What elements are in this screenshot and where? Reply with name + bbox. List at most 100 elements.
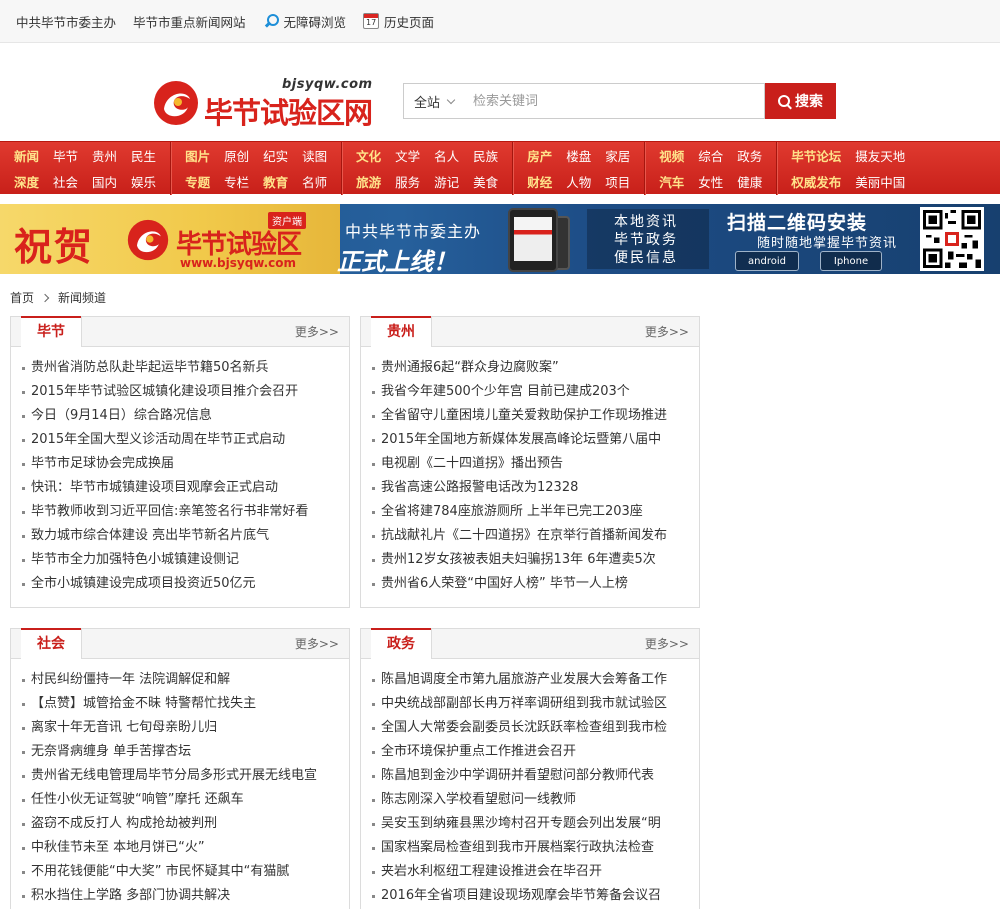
nav-item[interactable]: 专栏 xyxy=(224,172,249,191)
nav-item[interactable]: 国内 xyxy=(92,172,117,191)
news-list-item[interactable]: 【点赞】城管拾金不昧 特警帮忙找失主 xyxy=(21,692,346,716)
iphone-badge[interactable]: Iphone xyxy=(820,251,882,271)
more-link[interactable]: 更多>> xyxy=(295,629,339,659)
nav-item[interactable]: 健康 xyxy=(737,172,762,191)
news-list-item[interactable]: 任性小伙无证驾驶“响管”摩托 还飙车 xyxy=(21,788,346,812)
breadcrumb-home[interactable]: 首页 xyxy=(10,289,34,306)
nav-item[interactable]: 旅游 xyxy=(356,172,381,191)
nav-item[interactable]: 原创 xyxy=(224,146,249,165)
top-link-host[interactable]: 中共毕节市委主办 xyxy=(16,12,116,31)
news-list-item[interactable]: 贵州通报6起“群众身边腐败案” xyxy=(371,356,696,380)
nav-item[interactable]: 汽车 xyxy=(659,172,684,191)
news-list-item[interactable]: 村民纠纷僵持一年 法院调解促和解 xyxy=(21,668,346,692)
news-list-item[interactable]: 中秋佳节未至 本地月饼已“火” xyxy=(21,836,346,860)
panel-title[interactable]: 贵州 xyxy=(371,316,432,347)
panel-title[interactable]: 毕节 xyxy=(21,316,82,347)
news-list-item[interactable]: 离家十年无音讯 七旬母亲盼儿归 xyxy=(21,716,346,740)
news-list-item[interactable]: 陈志刚深入学校看望慰问一线教师 xyxy=(371,788,696,812)
news-list-item[interactable]: 今日（9月14日）综合路况信息 xyxy=(21,404,346,428)
nav-item[interactable]: 新闻 xyxy=(14,146,39,165)
news-list-item[interactable]: 全市小城镇建设完成项目投资近50亿元 xyxy=(21,572,346,596)
nav-item[interactable]: 名师 xyxy=(302,172,327,191)
news-list-item[interactable]: 我省高速公路报警电话改为12328 xyxy=(371,476,696,500)
nav-item[interactable]: 家居 xyxy=(605,146,630,165)
nav-item[interactable]: 项目 xyxy=(605,172,630,191)
nav-item[interactable]: 读图 xyxy=(302,146,327,165)
nav-item[interactable]: 视频 xyxy=(659,146,684,165)
top-link-key-site[interactable]: 毕节市重点新闻网站 xyxy=(133,12,246,31)
news-list-item[interactable]: 不用花钱便能“中大奖” 市民怀疑其中“有猫腻 xyxy=(21,860,346,884)
nav-item[interactable]: 专题 xyxy=(185,172,210,191)
news-list-item[interactable]: 全市环境保护重点工作推进会召开 xyxy=(371,740,696,764)
search-input[interactable] xyxy=(463,83,765,119)
news-list-item[interactable]: 全省留守儿童困境儿童关爱救助保护工作现场推进 xyxy=(371,404,696,428)
news-list-item[interactable]: 陈昌旭到金沙中学调研并看望慰问部分教师代表 xyxy=(371,764,696,788)
news-list-item[interactable]: 全国人大常委会副委员长沈跃跃率检查组到我市检 xyxy=(371,716,696,740)
android-badge[interactable]: android xyxy=(735,251,799,271)
nav-item[interactable]: 权威发布 xyxy=(791,172,841,191)
news-list-item[interactable]: 贵州省无线电管理局毕节分局多形式开展无线电宣 xyxy=(21,764,346,788)
site-logo[interactable]: bjsyqw.com 毕节试验区网 xyxy=(152,77,392,130)
nav-item[interactable]: 纪实 xyxy=(263,146,288,165)
nav-item[interactable]: 房产 xyxy=(527,146,552,165)
news-list-item[interactable]: 积水挡住上学路 多部门协调共解决 xyxy=(21,884,346,908)
nav-item[interactable]: 社会 xyxy=(53,172,78,191)
panel-title[interactable]: 政务 xyxy=(371,628,432,659)
news-list-item[interactable]: 陈昌旭调度全市第九届旅游产业发展大会筹备工作 xyxy=(371,668,696,692)
nav-item[interactable]: 财经 xyxy=(527,172,552,191)
nav-item[interactable]: 政务 xyxy=(737,146,762,165)
nav-item[interactable]: 女性 xyxy=(698,172,723,191)
nav-item[interactable]: 毕节 xyxy=(53,146,78,165)
news-list-item[interactable]: 国家档案局检查组到我市开展档案行政执法检查 xyxy=(371,836,696,860)
news-list-item[interactable]: 致力城市综合体建设 亮出毕节新名片底气 xyxy=(21,524,346,548)
nav-item[interactable]: 深度 xyxy=(14,172,39,191)
nav-item[interactable]: 美丽中国 xyxy=(855,172,905,191)
news-list-item[interactable]: 毕节市全力加强特色小城镇建设侧记 xyxy=(21,548,346,572)
nav-item[interactable]: 游记 xyxy=(434,172,459,191)
news-list-item[interactable]: 中央统战部副部长冉万祥率调研组到我市就试验区 xyxy=(371,692,696,716)
nav-item[interactable]: 毕节论坛 xyxy=(791,146,841,165)
news-list-item[interactable]: 夹岩水利枢纽工程建设推进会在毕召开 xyxy=(371,860,696,884)
more-link[interactable]: 更多>> xyxy=(645,629,689,659)
search-button[interactable]: 搜索 xyxy=(765,83,836,119)
news-list-item[interactable]: 我省今年建500个少年宫 目前已建成203个 xyxy=(371,380,696,404)
nav-item[interactable]: 综合 xyxy=(698,146,723,165)
news-list-item[interactable]: 抗战献礼片《二十四道拐》在京举行首播新闻发布 xyxy=(371,524,696,548)
news-list-item[interactable]: 全省将建784座旅游厕所 上半年已完工203座 xyxy=(371,500,696,524)
nav-item[interactable]: 文学 xyxy=(395,146,420,165)
nav-item[interactable]: 图片 xyxy=(185,146,210,165)
search-scope-select[interactable]: 全站 xyxy=(403,83,463,119)
news-list-item[interactable]: 2015年毕节试验区城镇化建设项目推介会召开 xyxy=(21,380,346,404)
news-list-item[interactable]: 盗窃不成反打人 构成抢劫被判刑 xyxy=(21,812,346,836)
app-launch-banner[interactable]: 祝贺 毕节试验区 www.bjsyqw.com 资户端 中共毕节市委主办 正式上… xyxy=(0,204,1000,274)
news-list-item[interactable]: 吴安玉到纳雍县黑沙垮村召开专题会列出发展“明 xyxy=(371,812,696,836)
nav-item[interactable]: 民族 xyxy=(473,146,498,165)
top-link-accessibility[interactable]: 无障碍浏览 xyxy=(263,12,346,31)
nav-item[interactable]: 楼盘 xyxy=(566,146,591,165)
nav-item[interactable]: 人物 xyxy=(566,172,591,191)
news-list-item[interactable]: 毕节教师收到习近平回信:亲笔签名行书非常好看 xyxy=(21,500,346,524)
nav-item[interactable]: 教育 xyxy=(263,172,288,191)
nav-item[interactable]: 文化 xyxy=(356,146,381,165)
more-link[interactable]: 更多>> xyxy=(295,317,339,347)
nav-item[interactable]: 贵州 xyxy=(92,146,117,165)
news-list-item[interactable]: 贵州12岁女孩被表姐夫妇骗拐13年 6年遭卖5次 xyxy=(371,548,696,572)
news-list-item[interactable]: 2015年全国大型义诊活动周在毕节正式启动 xyxy=(21,428,346,452)
news-list-item[interactable]: 贵州省6人荣登“中国好人榜” 毕节一人上榜 xyxy=(371,572,696,596)
nav-item[interactable]: 民生 xyxy=(131,146,156,165)
top-link-history[interactable]: 17 历史页面 xyxy=(363,12,434,31)
news-list-item[interactable]: 毕节市足球协会完成换届 xyxy=(21,452,346,476)
panel-title[interactable]: 社会 xyxy=(21,628,82,659)
news-list-item[interactable]: 贵州省消防总队赴毕起运毕节籍50名新兵 xyxy=(21,356,346,380)
nav-item[interactable]: 美食 xyxy=(473,172,498,191)
news-list-item[interactable]: 2015年全国地方新媒体发展高峰论坛暨第八届中 xyxy=(371,428,696,452)
news-list-item[interactable]: 2016年全省项目建设现场观摩会毕节筹备会议召 xyxy=(371,884,696,908)
news-list-item[interactable]: 快讯：毕节市城镇建设项目观摩会正式启动 xyxy=(21,476,346,500)
news-list-item[interactable]: 无奈肾病缠身 单手苦撑杏坛 xyxy=(21,740,346,764)
nav-item[interactable]: 娱乐 xyxy=(131,172,156,191)
more-link[interactable]: 更多>> xyxy=(645,317,689,347)
nav-item[interactable]: 摄友天地 xyxy=(855,146,905,165)
news-list-item[interactable]: 电视剧《二十四道拐》播出预告 xyxy=(371,452,696,476)
nav-item[interactable]: 服务 xyxy=(395,172,420,191)
nav-item[interactable]: 名人 xyxy=(434,146,459,165)
